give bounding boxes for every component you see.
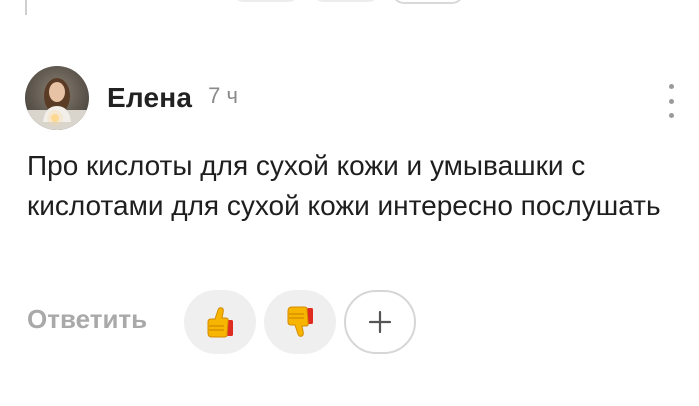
thread-divider	[25, 0, 27, 15]
comment-timestamp: 7 ч	[208, 83, 238, 108]
author-name[interactable]: Елена	[107, 82, 192, 114]
avatar[interactable]	[25, 66, 89, 130]
more-options-button[interactable]	[663, 84, 679, 118]
comment-body: Про кислоты для сухой кожи и умывашки с …	[27, 150, 661, 221]
avatar-image	[25, 66, 89, 130]
plus-icon	[368, 310, 392, 334]
previous-like-chip[interactable]	[232, 0, 300, 2]
more-vertical-icon	[668, 84, 674, 89]
comment-page: Елена 7 ч Про кислоты для сухой кожи и у…	[0, 0, 699, 406]
add-reaction-button[interactable]	[344, 290, 416, 354]
previous-add-reaction-chip[interactable]	[392, 0, 464, 4]
like-button[interactable]	[184, 290, 256, 354]
thumbs-down-icon	[287, 306, 313, 337]
reply-button[interactable]: Ответить	[27, 304, 147, 335]
dislike-button[interactable]	[264, 290, 336, 354]
thumbs-up-icon	[207, 307, 233, 338]
comment-header: Елена 7 ч	[25, 66, 238, 130]
previous-dislike-chip[interactable]	[312, 0, 380, 2]
